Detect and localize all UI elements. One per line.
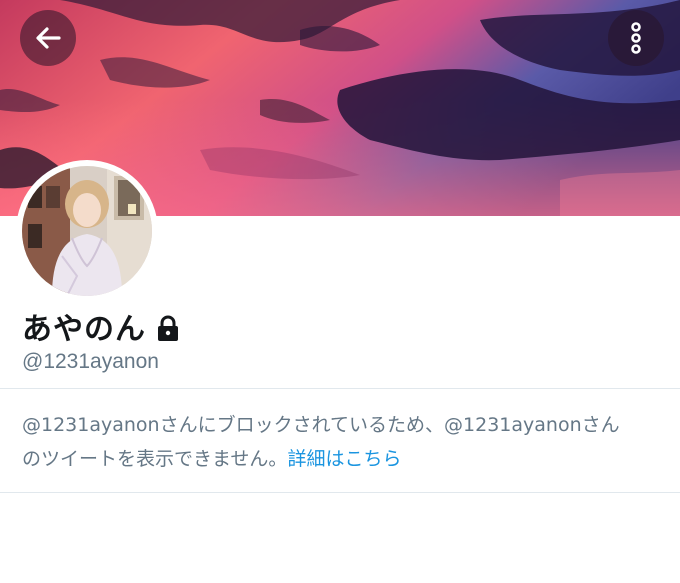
learn-more-link[interactable]: 詳細はこちら — [287, 448, 401, 470]
lock-icon — [158, 315, 178, 341]
avatar[interactable] — [16, 160, 158, 302]
profile-handle: @1231ayanon — [22, 350, 159, 373]
profile-page: あやのん @1231ayanon @1231ayanonさんにブロックされている… — [0, 0, 680, 583]
more-vertical-icon — [631, 22, 641, 54]
blocked-notice-line1: @1231ayanonさんにブロックされているため、@1231ayanonさん — [22, 414, 620, 436]
avatar-photo — [22, 166, 152, 296]
blocked-notice: @1231ayanonさんにブロックされているため、@1231ayanonさん … — [22, 408, 662, 476]
avatar-portrait-image — [22, 166, 152, 296]
profile-name-row: あやのん — [22, 304, 180, 348]
more-options-button[interactable] — [608, 10, 664, 66]
display-name: あやのん — [22, 312, 146, 347]
blocked-notice-line2: のツイートを表示できません。 — [22, 448, 288, 470]
divider — [0, 492, 680, 493]
divider — [0, 388, 680, 389]
back-button[interactable] — [20, 10, 76, 66]
arrow-left-icon — [36, 27, 61, 49]
